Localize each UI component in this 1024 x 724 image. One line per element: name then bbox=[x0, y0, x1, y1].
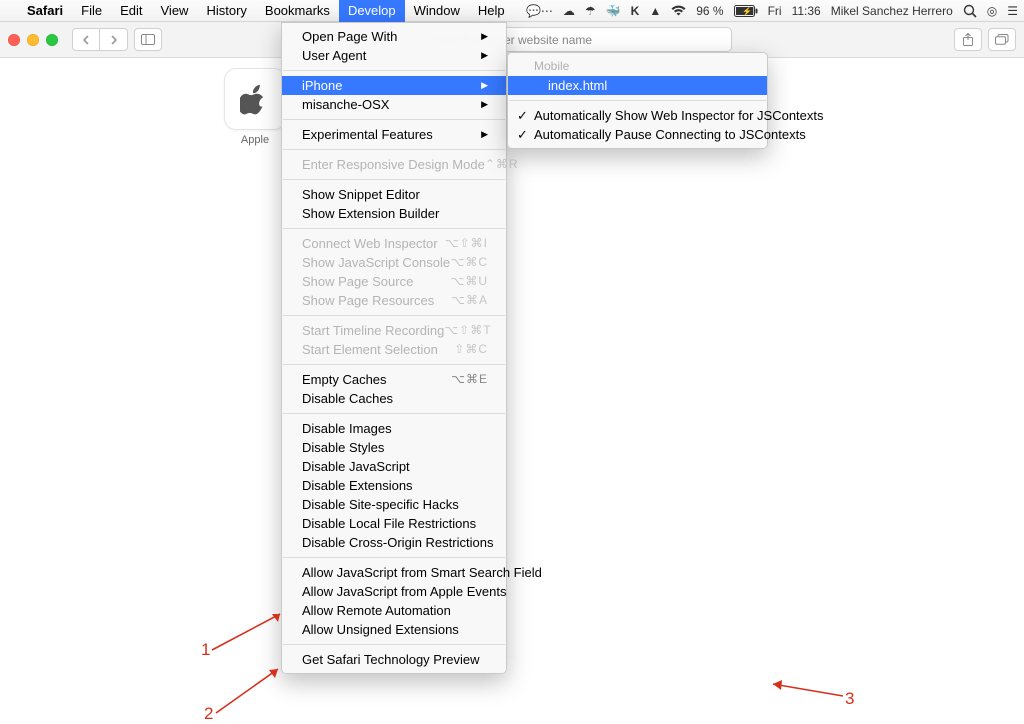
develop-item-28[interactable]: Disable Site-specific Hacks bbox=[282, 495, 506, 514]
develop-item-3[interactable]: iPhone▶ bbox=[282, 76, 506, 95]
menu-window[interactable]: Window bbox=[405, 0, 469, 22]
develop-item-29[interactable]: Disable Local File Restrictions bbox=[282, 514, 506, 533]
develop-item-4[interactable]: misanche-OSX▶ bbox=[282, 95, 506, 114]
topsite-apple[interactable]: Apple bbox=[224, 68, 286, 146]
develop-item-15: Show Page Source⌥⌘U bbox=[282, 272, 506, 291]
develop-menu: Open Page With▶User Agent▶ iPhone▶misanch… bbox=[281, 22, 507, 674]
menubar: Safari File Edit View History Bookmarks … bbox=[0, 0, 1024, 22]
menu-help[interactable]: Help bbox=[469, 0, 514, 22]
submenu-item-0[interactable]: index.html bbox=[508, 76, 767, 95]
back-button[interactable] bbox=[72, 28, 100, 51]
develop-item-26[interactable]: Disable JavaScript bbox=[282, 457, 506, 476]
apple-tile-icon bbox=[240, 81, 270, 117]
develop-item-16: Show Page Resources⌥⌘A bbox=[282, 291, 506, 310]
zoom-window-icon[interactable] bbox=[46, 34, 58, 46]
develop-item-27[interactable]: Disable Extensions bbox=[282, 476, 506, 495]
sidebar-button[interactable] bbox=[134, 28, 162, 51]
wifi-icon[interactable] bbox=[671, 5, 686, 16]
submenu-item-3[interactable]: ✓Automatically Pause Connecting to JSCon… bbox=[508, 125, 767, 144]
app-menu[interactable]: Safari bbox=[18, 0, 72, 22]
minimize-window-icon[interactable] bbox=[27, 34, 39, 46]
develop-item-1[interactable]: User Agent▶ bbox=[282, 46, 506, 65]
develop-item-8: Enter Responsive Design Mode⌃⌘R bbox=[282, 155, 506, 174]
develop-item-0[interactable]: Open Page With▶ bbox=[282, 27, 506, 46]
clock-time: 11:36 bbox=[792, 4, 821, 18]
topsite-label: Apple bbox=[224, 134, 286, 146]
submenu-header: Mobile bbox=[508, 57, 767, 76]
develop-item-22[interactable]: Disable Caches bbox=[282, 389, 506, 408]
forward-button[interactable] bbox=[100, 28, 128, 51]
annotation-1: 1 bbox=[201, 640, 210, 660]
develop-item-18: Start Timeline Recording⌥⇧⌘T bbox=[282, 321, 506, 340]
airplay-icon[interactable]: ▲ bbox=[649, 4, 661, 18]
window-controls[interactable] bbox=[8, 34, 58, 46]
develop-item-30[interactable]: Disable Cross-Origin Restrictions bbox=[282, 533, 506, 552]
menu-develop[interactable]: Develop bbox=[339, 0, 405, 22]
submenu-item-2[interactable]: ✓Automatically Show Web Inspector for JS… bbox=[508, 106, 767, 125]
annotation-2: 2 bbox=[204, 704, 213, 724]
tabs-button[interactable] bbox=[988, 28, 1016, 51]
menu-edit[interactable]: Edit bbox=[111, 0, 151, 22]
menu-file[interactable]: File bbox=[72, 0, 111, 22]
umbrella-icon[interactable]: ☂ bbox=[585, 4, 596, 18]
user-name[interactable]: Mikel Sanchez Herrero bbox=[831, 4, 953, 18]
develop-item-14: Show JavaScript Console⌥⌘C bbox=[282, 253, 506, 272]
chat-icon[interactable]: 💬⋯ bbox=[526, 4, 553, 18]
notifications-icon[interactable]: ☰ bbox=[1007, 4, 1018, 18]
clock-day: Fri bbox=[768, 4, 782, 18]
develop-item-10[interactable]: Show Snippet Editor bbox=[282, 185, 506, 204]
menu-bookmarks[interactable]: Bookmarks bbox=[256, 0, 339, 22]
develop-item-19: Start Element Selection⇧⌘C bbox=[282, 340, 506, 359]
develop-item-32[interactable]: Allow JavaScript from Smart Search Field bbox=[282, 563, 506, 582]
develop-item-6[interactable]: Experimental Features▶ bbox=[282, 125, 506, 144]
iphone-submenu: Mobileindex.html ✓Automatically Show Web … bbox=[507, 52, 768, 149]
k-icon[interactable]: K bbox=[631, 4, 640, 18]
develop-item-24[interactable]: Disable Images bbox=[282, 419, 506, 438]
develop-item-33[interactable]: Allow JavaScript from Apple Events bbox=[282, 582, 506, 601]
menu-view[interactable]: View bbox=[152, 0, 198, 22]
cloud-icon[interactable]: ☁ bbox=[563, 4, 575, 18]
develop-item-35[interactable]: Allow Unsigned Extensions bbox=[282, 620, 506, 639]
svg-text:⚡: ⚡ bbox=[742, 6, 752, 16]
develop-item-13: Connect Web Inspector⌥⇧⌘I bbox=[282, 234, 506, 253]
share-button[interactable] bbox=[954, 28, 982, 51]
battery-percent: 96 % bbox=[696, 4, 723, 18]
menu-history[interactable]: History bbox=[197, 0, 255, 22]
battery-icon[interactable]: ⚡ bbox=[734, 5, 758, 17]
siri-icon[interactable]: ◎ bbox=[987, 4, 997, 18]
develop-item-37[interactable]: Get Safari Technology Preview bbox=[282, 650, 506, 669]
develop-item-11[interactable]: Show Extension Builder bbox=[282, 204, 506, 223]
annotation-3: 3 bbox=[845, 689, 854, 709]
develop-item-25[interactable]: Disable Styles bbox=[282, 438, 506, 457]
develop-item-21[interactable]: Empty Caches⌥⌘E bbox=[282, 370, 506, 389]
docker-icon[interactable]: 🐳 bbox=[606, 4, 621, 18]
spotlight-icon[interactable] bbox=[963, 4, 977, 18]
close-window-icon[interactable] bbox=[8, 34, 20, 46]
status-area: 💬⋯ ☁ ☂ 🐳 K ▲ 96 % ⚡ Fri 11:36 Mikel Sanc… bbox=[526, 4, 1018, 18]
